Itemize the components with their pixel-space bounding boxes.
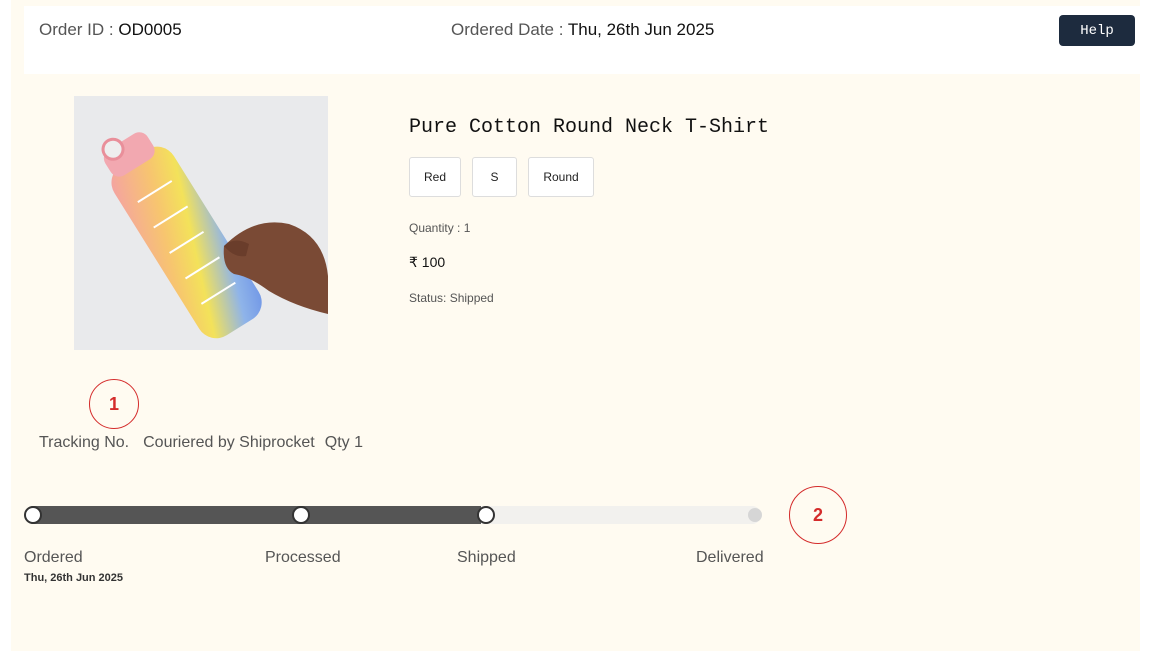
- water-bottle-photo-icon: [74, 96, 328, 350]
- shipping-info: Tracking No. Couriered by Shiprocket Qty…: [39, 434, 363, 452]
- step-dot-ordered: [24, 506, 42, 524]
- step-date-ordered: Thu, 26th Jun 2025: [24, 572, 124, 584]
- product-quantity: Quantity : 1: [409, 221, 471, 235]
- order-progress-fill: [25, 506, 482, 524]
- order-progress-bar: [25, 506, 761, 524]
- step-label-shipped: Shipped: [457, 549, 516, 566]
- step-dot-shipped: [477, 506, 495, 524]
- annotation-marker-2: 2: [789, 486, 847, 544]
- product-title: Pure Cotton Round Neck T-Shirt: [409, 116, 770, 139]
- option-size[interactable]: S: [472, 157, 517, 197]
- step-label-ordered: Ordered: [24, 549, 83, 566]
- product-options: Red S Round: [409, 157, 594, 197]
- annotation-marker-1: 1: [89, 379, 139, 429]
- product-price: ₹ 100: [409, 254, 446, 270]
- order-header: Order ID : OD0005 Ordered Date : Thu, 26…: [24, 6, 1140, 74]
- step-label-processed: Processed: [265, 549, 341, 566]
- step-dot-processed: [292, 506, 310, 524]
- step-dot-delivered: [748, 508, 762, 522]
- product-image: [74, 96, 328, 350]
- option-color[interactable]: Red: [409, 157, 461, 197]
- order-id-value: OD0005: [118, 20, 182, 39]
- option-neck[interactable]: Round: [528, 157, 594, 197]
- product-status: Status: Shipped: [409, 291, 494, 305]
- step-label-delivered: Delivered: [696, 549, 764, 566]
- ordered-date-value: Thu, 26th Jun 2025: [567, 20, 715, 39]
- ordered-date: Ordered Date : Thu, 26th Jun 2025: [451, 20, 715, 39]
- tracking-number: Tracking No.: [39, 434, 130, 451]
- help-button[interactable]: Help: [1059, 15, 1135, 46]
- shipping-qty: Qty 1: [324, 434, 363, 451]
- order-id: Order ID : OD0005: [39, 20, 182, 39]
- courier-name: Couriered by Shiprocket: [143, 434, 315, 451]
